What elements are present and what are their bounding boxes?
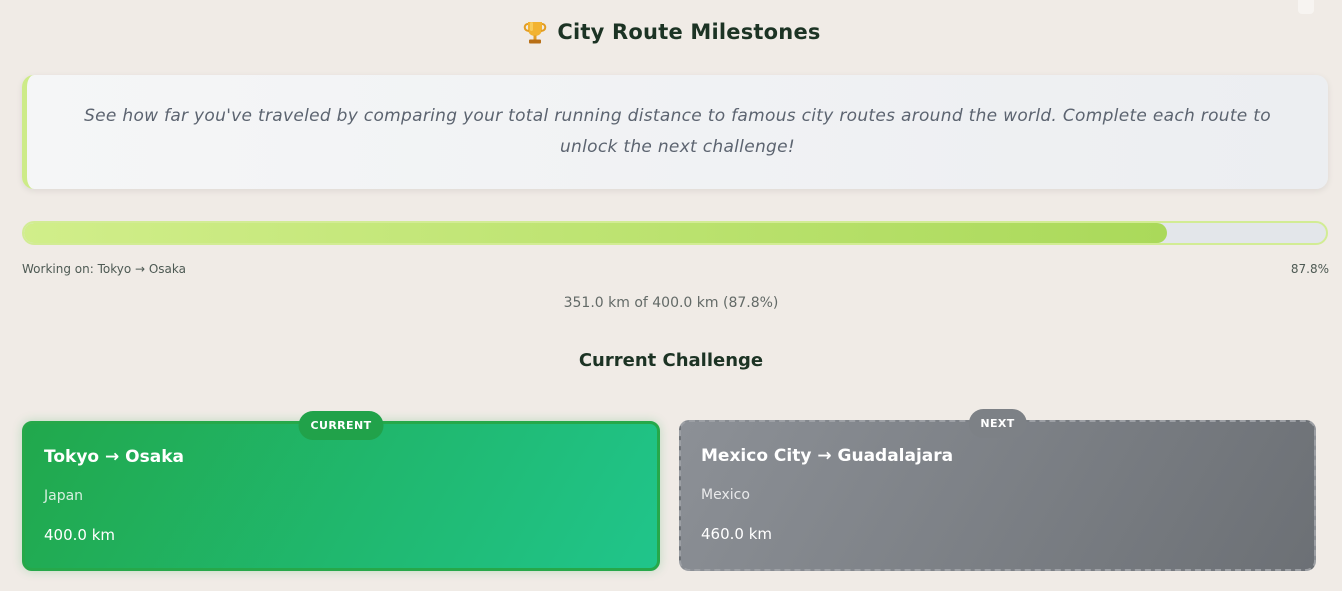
corner-decoration xyxy=(1298,0,1314,14)
route-distance: 460.0 km xyxy=(701,525,773,543)
progress-bar xyxy=(22,221,1328,245)
route-country: Japan xyxy=(44,488,84,504)
route-card-next[interactable]: NEXT Mexico City → Guadalajara Mexico 46… xyxy=(679,409,1316,571)
next-badge: NEXT xyxy=(968,409,1027,438)
route-name: Mexico City → Guadalajara xyxy=(701,446,954,466)
section-title: Current Challenge xyxy=(578,350,764,371)
page-title: City Route Milestones xyxy=(557,20,821,44)
progress-bar-fill xyxy=(24,223,1168,243)
progress-current-route-label: Working on: Tokyo → Osaka xyxy=(22,262,186,276)
trophy-icon xyxy=(521,18,549,46)
route-name: Tokyo → Osaka xyxy=(44,447,184,467)
current-badge: CURRENT xyxy=(298,411,384,440)
intro-text: See how far you've traveled by comparing… xyxy=(84,106,1271,157)
route-country: Mexico xyxy=(701,487,750,503)
page-header: City Route Milestones xyxy=(0,14,1342,50)
intro-card: See how far you've traveled by comparing… xyxy=(22,75,1328,189)
progress-percent-label: 87.8% xyxy=(1290,262,1329,276)
route-distance: 400.0 km xyxy=(44,526,116,544)
route-card-current[interactable]: CURRENT Tokyo → Osaka Japan 400.0 km xyxy=(22,411,660,571)
progress-summary: 351.0 km of 400.0 km (87.8%) xyxy=(563,295,779,311)
